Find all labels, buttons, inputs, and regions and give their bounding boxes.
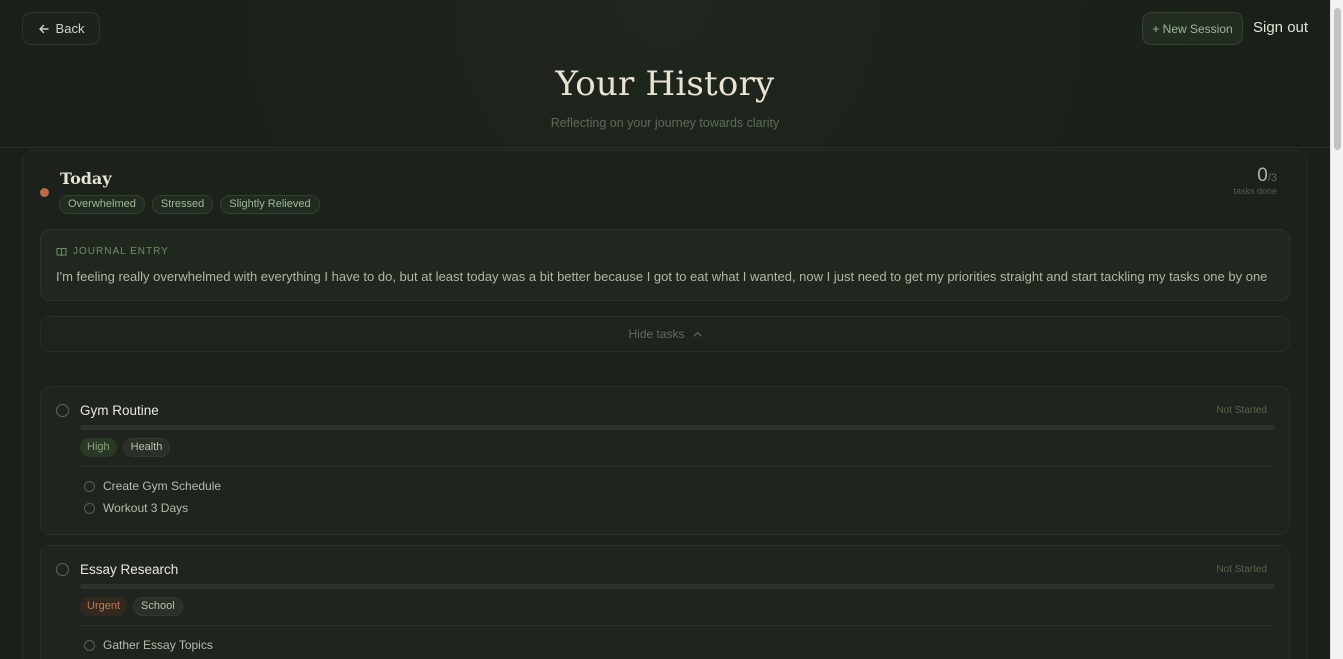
page-scrollbar[interactable] (1330, 0, 1343, 659)
subtask-item[interactable]: Create Gym Schedule (84, 475, 221, 497)
entry-day: Today (60, 169, 112, 188)
page-subtitle: Reflecting on your journey towards clari… (550, 116, 780, 130)
task-tags: Urgent School (80, 597, 183, 616)
header-divider (0, 147, 1330, 148)
subtask-checkbox[interactable] (84, 639, 95, 651)
task-name: Gym Routine (80, 403, 159, 418)
page-title: Your History (555, 64, 775, 104)
category-tag: School (133, 597, 183, 616)
priority-tag: High (80, 438, 117, 457)
subtask-list: Gather Essay Topics (84, 634, 213, 656)
tasks-done-count: 0 (1257, 165, 1268, 186)
hide-tasks-button[interactable]: Hide tasks (40, 316, 1290, 352)
task-card: Essay Research Not Started Urgent School… (40, 545, 1290, 659)
subtask-item[interactable]: Workout 3 Days (84, 497, 221, 519)
mood-tag: Slightly Relieved (220, 195, 320, 214)
chevron-up-icon (692, 331, 702, 337)
task-divider (80, 625, 1275, 626)
task-tags: High Health (80, 438, 171, 457)
mood-tag: Stressed (151, 195, 214, 214)
subtask-item[interactable]: Gather Essay Topics (84, 634, 213, 656)
back-label: Back (55, 21, 85, 36)
subtask-label: Create Gym Schedule (103, 479, 222, 493)
subtask-label: Workout 3 Days (103, 501, 189, 515)
task-progress-bar (80, 584, 1275, 589)
category-tag: Health (122, 438, 171, 457)
subtask-label: Gather Essay Topics (103, 638, 213, 652)
new-session-button[interactable]: + New Session (1142, 12, 1243, 45)
arrow-left-icon (38, 24, 49, 33)
scrollbar-thumb[interactable] (1334, 8, 1341, 150)
priority-tag: Urgent (80, 597, 128, 616)
journal-label: JOURNAL ENTRY (73, 246, 169, 257)
journal-text: I'm feeling really overwhelmed with ever… (56, 269, 1268, 284)
task-divider (80, 466, 1275, 467)
tasks-total: /3 (1267, 172, 1277, 184)
subtask-checkbox[interactable] (84, 502, 95, 514)
journal-entry: JOURNAL ENTRY I'm feeling really overwhe… (40, 229, 1290, 301)
journal-header: JOURNAL ENTRY (56, 246, 169, 257)
task-name: Essay Research (80, 562, 179, 577)
sign-out-button[interactable]: Sign out (1253, 19, 1308, 36)
task-card: Gym Routine Not Started High Health Crea… (40, 386, 1290, 535)
subtask-checkbox[interactable] (84, 480, 95, 492)
tasks-done-counter: 0/3 tasks done (1233, 165, 1277, 196)
task-status: Not Started (1216, 405, 1267, 416)
history-page: Back + New Session Sign out Your History… (0, 0, 1330, 659)
task-status: Not Started (1216, 564, 1267, 575)
back-button[interactable]: Back (22, 12, 100, 45)
tasks-done-label: tasks done (1233, 186, 1277, 196)
task-checkbox[interactable] (56, 563, 69, 576)
subtask-list: Create Gym Schedule Workout 3 Days (84, 475, 221, 519)
task-progress-bar (80, 425, 1275, 430)
hide-tasks-label: Hide tasks (628, 327, 685, 341)
task-checkbox[interactable] (56, 404, 69, 417)
mood-tags: Overwhelmed Stressed Slightly Relieved (59, 195, 320, 214)
mood-tag: Overwhelmed (59, 195, 145, 214)
mood-dot (40, 188, 49, 197)
book-icon (56, 247, 67, 256)
